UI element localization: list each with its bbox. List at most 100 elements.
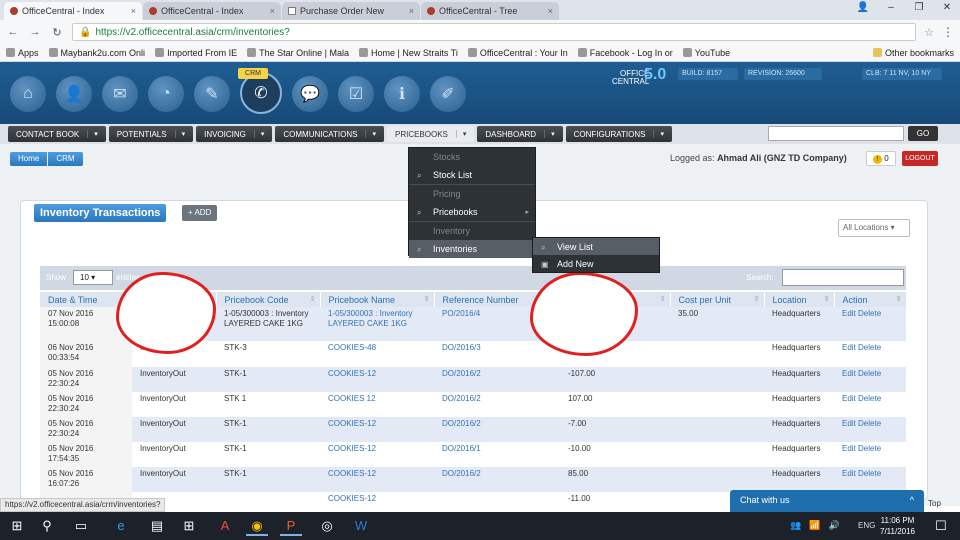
file-explorer-icon[interactable]: ▤ [146,516,168,536]
column-header[interactable]: Pricebook Name ⇕ [320,292,435,307]
menu-item-inventories[interactable]: ⌕ Inventories [409,240,535,258]
sort-icon[interactable]: ⇕ [824,295,830,303]
add-new-menu-item[interactable]: ▣ Add New [533,255,659,272]
menu-invoicing[interactable]: INVOICING ▾ [196,126,273,142]
menu-potentials[interactable]: POTENTIALS ▾ [108,126,194,142]
delete-link[interactable]: Delete [858,309,881,318]
start-icon[interactable]: ⊞ [6,516,28,536]
close-tab-icon[interactable]: × [544,6,553,16]
edge-icon[interactable]: e [110,516,132,536]
clock[interactable]: 11:06 PM 7/11/2016 [880,515,915,537]
task-view-icon[interactable]: ▭ [70,516,92,536]
browser-tab[interactable]: OfficeCentral - Tree × [421,2,559,20]
menu-item-pricebooks[interactable]: ⌕ Pricebooks ▸ [409,203,535,221]
bookmark-item[interactable]: Imported From IE [155,48,237,58]
other-bookmarks[interactable]: Other bookmarks [872,48,954,58]
menu-item-stock-list[interactable]: ⌕ Stock List [409,166,535,184]
sort-icon[interactable]: ⇕ [310,295,316,303]
delete-link[interactable]: Delete [858,343,881,352]
search-icon[interactable]: ⚲ [36,516,58,536]
chevron-down-icon[interactable]: ▾ [544,130,555,138]
chat-widget[interactable]: Chat with us ^ [730,490,924,512]
hr-module-icon[interactable]: 👤 [56,76,92,112]
notes-module-icon[interactable]: ✐ [430,76,466,112]
browser-menu-icon[interactable]: ⋮ [942,25,954,39]
powerpoint-icon[interactable]: P [280,516,302,536]
reference-number-link[interactable]: DO/2016/2 [434,417,560,442]
edit-link[interactable]: Edit [842,309,856,318]
reports-module-icon[interactable]: ◔ [148,76,184,112]
bookmark-item[interactable]: Facebook - Log In or [577,48,673,58]
chevron-down-icon[interactable]: ▾ [455,130,466,138]
bookmark-item[interactable]: Home | New Straits Ti [358,48,458,58]
bookmark-item[interactable]: Maybank2u.com Onli [48,48,145,58]
pricebook-name-link[interactable]: COOKIES-48 [320,341,434,367]
sort-icon[interactable]: ⇕ [754,295,760,303]
maximize-icon[interactable]: ❐ [912,2,926,13]
reference-number-link[interactable]: DO/2016/2 [434,392,560,417]
browser-tab[interactable]: Purchase Order New × [282,2,420,20]
chat-toggle[interactable]: ^ [910,490,914,510]
chevron-down-icon[interactable]: ▾ [87,130,98,138]
dashboard-module-icon[interactable]: ⌂ [10,76,46,112]
reference-number-link[interactable]: DO/2016/3 [434,341,560,367]
info-module-icon[interactable]: ℹ [384,76,420,112]
delete-link[interactable]: Delete [858,444,881,453]
column-header[interactable]: Cost per Unit ⇕ [670,292,765,307]
bookmark-item[interactable]: OfficeCentral : Your In [467,48,568,58]
menu-configurations[interactable]: CONFIGURATIONS ▾ [565,126,672,142]
forward-icon[interactable]: → [28,26,42,38]
global-search-input[interactable] [768,126,904,141]
reference-number-link[interactable]: DO/2016/2 [434,367,560,392]
close-tab-icon[interactable]: × [405,6,414,16]
chevron-down-icon[interactable]: ▾ [253,130,264,138]
browser-tab[interactable]: OfficeCentral - Index × [4,2,142,20]
app-icon[interactable]: ◎ [316,516,338,536]
chevron-down-icon[interactable]: ▾ [365,130,376,138]
delete-link[interactable]: Delete [858,394,881,403]
reference-number-link[interactable]: DO/2016/1 [434,442,560,467]
tasks-module-icon[interactable]: ☑ [338,76,374,112]
forms-module-icon[interactable]: ✎ [194,76,230,112]
bookmark-item[interactable]: YouTube [682,48,730,58]
edit-link[interactable]: Edit [842,419,856,428]
chrome-icon[interactable]: ◉ [246,516,268,536]
network-icon[interactable]: 📶 [809,520,820,531]
menu-contact-book[interactable]: CONTACT BOOK ▾ [8,126,106,142]
breadcrumb-crm[interactable]: CRM [48,152,83,166]
notifications-button[interactable]: ! 0 [866,151,896,166]
bookmark-item[interactable]: Apps [6,48,39,58]
menu-communications[interactable]: COMMUNICATIONS ▾ [275,126,384,142]
pricebook-name-link[interactable]: 1-05/300003 : Inventory LAYERED CAKE 1KG [320,307,434,341]
view-list-menu-item[interactable]: ⌕ View List [533,238,659,255]
breadcrumb-home[interactable]: Home [10,152,48,166]
reference-number-link[interactable]: DO/2016/2 [434,467,560,492]
close-window-icon[interactable]: ✕ [940,2,954,13]
close-tab-icon[interactable]: × [266,6,275,16]
sort-icon[interactable]: ⇕ [896,295,902,303]
column-header[interactable]: Location ⇕ [764,292,835,307]
go-button[interactable]: GO [908,126,938,141]
delete-link[interactable]: Delete [858,369,881,378]
delete-link[interactable]: Delete [858,469,881,478]
page-size-select[interactable]: 10 ▾ [73,270,113,285]
table-search-input[interactable] [782,269,904,286]
acrobat-icon[interactable]: A [214,516,236,536]
column-header[interactable]: Pricebook Code ⇕ [216,292,321,307]
edit-link[interactable]: Edit [842,369,856,378]
action-center-icon[interactable]: ☐ [930,516,952,536]
close-tab-icon[interactable]: × [127,6,136,16]
pricebook-name-link[interactable]: COOKIES-12 [320,367,434,392]
back-icon[interactable]: ← [6,26,20,38]
user-icon[interactable]: 👤 [856,2,870,13]
bookmark-item[interactable]: The Star Online | Mala [247,48,349,58]
chevron-down-icon[interactable]: ▾ [653,130,664,138]
menu-pricebooks[interactable]: PRICEBOOKS ▾ [386,126,475,142]
word-icon[interactable]: W [350,516,372,536]
edit-link[interactable]: Edit [842,394,856,403]
pricebook-name-link[interactable]: COOKIES-12 [320,467,434,492]
sort-icon[interactable]: ⇕ [424,295,430,303]
edit-link[interactable]: Edit [842,444,856,453]
delete-link[interactable]: Delete [858,419,881,428]
edit-link[interactable]: Edit [842,343,856,352]
